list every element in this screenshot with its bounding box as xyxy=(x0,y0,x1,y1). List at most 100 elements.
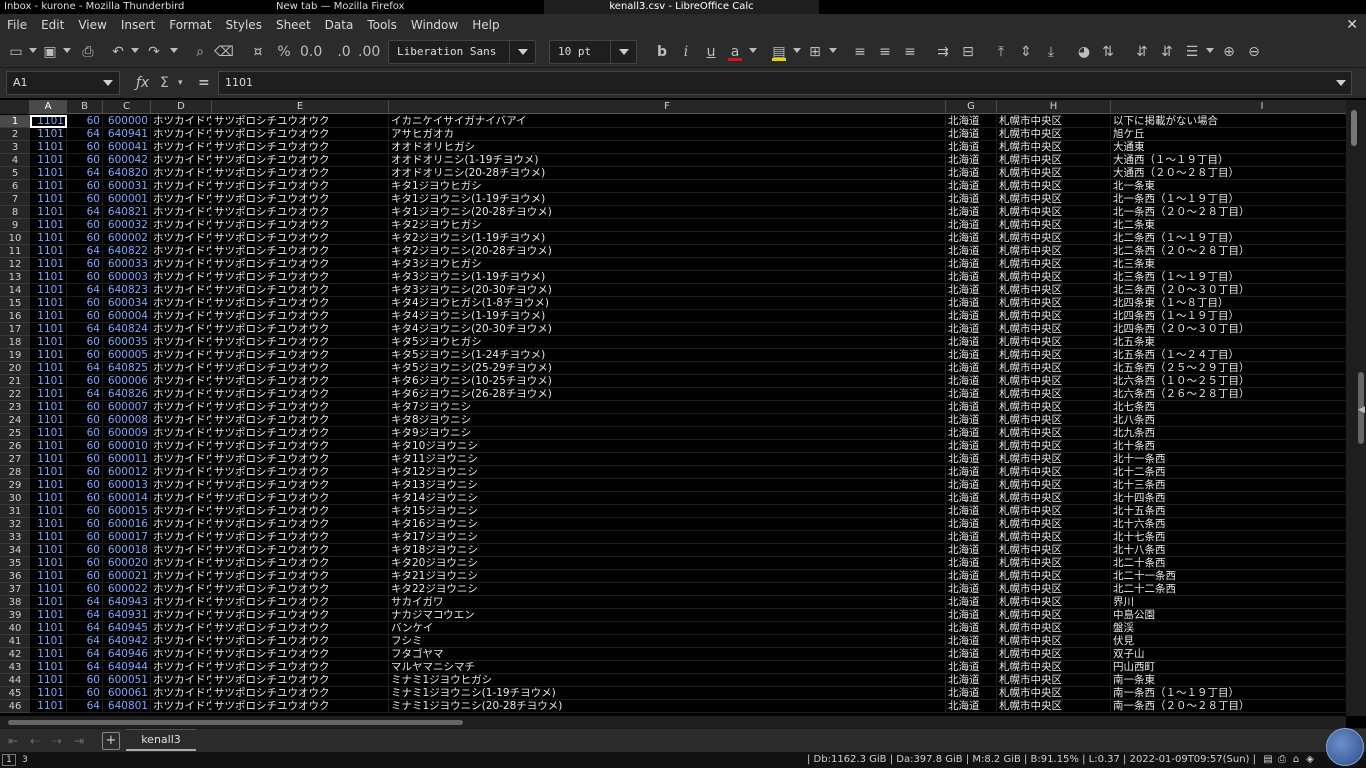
cell-i[interactable]: 北十条西 xyxy=(1111,440,1346,453)
cell-d[interactable]: ホツカイドウ xyxy=(151,544,212,557)
cell-a[interactable]: 1101 xyxy=(30,297,67,310)
cell-f[interactable]: キタ3ジヨウヒガシ xyxy=(389,258,946,271)
cell-f[interactable]: オオドオリヒガシ xyxy=(389,141,946,154)
save-dropdown-icon[interactable] xyxy=(63,48,71,53)
cell-f[interactable]: キタ8ジヨウニシ xyxy=(389,414,946,427)
save-icon[interactable]: ▣ xyxy=(40,42,60,62)
cell-h[interactable]: 札幌市中央区 xyxy=(997,375,1111,388)
cell-i[interactable]: 北二条西（１〜１９丁目） xyxy=(1111,232,1346,245)
cell-f[interactable]: キタ10ジヨウニシ xyxy=(389,440,946,453)
cell-f[interactable]: キタ2ジヨウニシ(20-28チヨウメ) xyxy=(389,245,946,258)
cell-d[interactable]: ホツカイドウ xyxy=(151,674,212,687)
cell-g[interactable]: 北海道 xyxy=(946,284,997,297)
cell-f[interactable]: キタ4ジヨウヒガシ(1-8チヨウメ) xyxy=(389,297,946,310)
cell-a[interactable]: 1101 xyxy=(30,362,67,375)
column-header-i[interactable]: I xyxy=(1111,100,1346,114)
cell-g[interactable]: 北海道 xyxy=(946,427,997,440)
font-color-icon[interactable]: a xyxy=(725,42,745,62)
cell-a[interactable]: 1101 xyxy=(30,453,67,466)
cell-h[interactable]: 札幌市中央区 xyxy=(997,154,1111,167)
align-top-icon[interactable]: ⤒ xyxy=(991,42,1011,62)
cell-c[interactable]: 600035 xyxy=(103,336,151,349)
cell-e[interactable]: サツポロシチユウオウク xyxy=(212,440,389,453)
row-header[interactable]: 18 xyxy=(0,336,30,349)
cell-b[interactable]: 60 xyxy=(67,570,103,583)
cell-e[interactable]: サツポロシチユウオウク xyxy=(212,518,389,531)
cell-a[interactable]: 1101 xyxy=(30,427,67,440)
row-header[interactable]: 28 xyxy=(0,466,30,479)
cell-c[interactable]: 600011 xyxy=(103,453,151,466)
spreadsheet-grid[interactable]: ABCDEFGHI 1 1101 60 600000 ホツカイドウ サツポロシチユウオウク… xyxy=(0,100,1346,716)
cell-c[interactable]: 600007 xyxy=(103,401,151,414)
column-header-d[interactable]: D xyxy=(151,100,212,114)
row-header[interactable]: 12 xyxy=(0,258,30,271)
cell-b[interactable]: 60 xyxy=(67,232,103,245)
menu-edit[interactable]: Edit xyxy=(34,14,71,36)
expand-formula-icon[interactable] xyxy=(1331,72,1351,94)
cell-g[interactable]: 北海道 xyxy=(946,570,997,583)
cell-i[interactable]: 以下に掲載がない場合 xyxy=(1111,115,1346,128)
cell-e[interactable]: サツポロシチユウオウク xyxy=(212,635,389,648)
cell-b[interactable]: 64 xyxy=(67,245,103,258)
workspace-active[interactable]: 1 xyxy=(2,754,16,766)
cell-c[interactable]: 640945 xyxy=(103,622,151,635)
cell-b[interactable]: 60 xyxy=(67,375,103,388)
cell-h[interactable]: 札幌市中央区 xyxy=(997,271,1111,284)
cell-f[interactable]: キタ21ジヨウニシ xyxy=(389,570,946,583)
cell-a[interactable]: 1101 xyxy=(30,700,67,713)
formula-icon[interactable]: = xyxy=(198,72,210,94)
cell-d[interactable]: ホツカイドウ xyxy=(151,466,212,479)
cell-c[interactable]: 640822 xyxy=(103,245,151,258)
cell-e[interactable]: サツポロシチユウオウク xyxy=(212,492,389,505)
cell-f[interactable]: イカニケイサイガナイバアイ xyxy=(389,115,946,128)
find-icon[interactable]: ⌕ xyxy=(190,42,210,62)
clear-formatting-icon[interactable]: ⌫ xyxy=(214,42,234,62)
align-center-icon[interactable]: ≡ xyxy=(875,42,895,62)
cell-e[interactable]: サツポロシチユウオウク xyxy=(212,700,389,713)
row-header[interactable]: 39 xyxy=(0,609,30,622)
cell-i[interactable]: 北十五条西 xyxy=(1111,505,1346,518)
cell-e[interactable]: サツポロシチユウオウク xyxy=(212,479,389,492)
row-header[interactable]: 38 xyxy=(0,596,30,609)
row-header[interactable]: 36 xyxy=(0,570,30,583)
cell-b[interactable]: 60 xyxy=(67,154,103,167)
cell-a[interactable]: 1101 xyxy=(30,557,67,570)
align-right-icon[interactable]: ≡ xyxy=(900,42,920,62)
cell-h[interactable]: 札幌市中央区 xyxy=(997,401,1111,414)
cell-e[interactable]: サツポロシチユウオウク xyxy=(212,401,389,414)
row-header[interactable]: 11 xyxy=(0,245,30,258)
cell-i[interactable]: 北十八条西 xyxy=(1111,544,1346,557)
cell-i[interactable]: 北一条東 xyxy=(1111,180,1346,193)
row-header[interactable]: 34 xyxy=(0,544,30,557)
cell-i[interactable]: 大通西（２０〜２８丁目） xyxy=(1111,167,1346,180)
cell-i[interactable]: 北六条西（２６〜２８丁目） xyxy=(1111,388,1346,401)
cell-d[interactable]: ホツカイドウ xyxy=(151,609,212,622)
cell-d[interactable]: ホツカイドウ xyxy=(151,219,212,232)
cell-f[interactable]: キタ6ジヨウニシ(10-25チヨウメ) xyxy=(389,375,946,388)
cell-d[interactable]: ホツカイドウ xyxy=(151,245,212,258)
cell-d[interactable]: ホツカイドウ xyxy=(151,284,212,297)
cell-i[interactable]: 界川 xyxy=(1111,596,1346,609)
cell-b[interactable]: 60 xyxy=(67,544,103,557)
menu-format[interactable]: Format xyxy=(162,14,218,36)
cell-c[interactable]: 600031 xyxy=(103,180,151,193)
cell-b[interactable]: 60 xyxy=(67,492,103,505)
cell-i[interactable]: 北一条西（２０〜２８丁目） xyxy=(1111,206,1346,219)
cell-c[interactable]: 600009 xyxy=(103,427,151,440)
cell-d[interactable]: ホツカイドウ xyxy=(151,258,212,271)
cell-i[interactable]: 大通西（１〜１９丁目） xyxy=(1111,154,1346,167)
cell-a[interactable]: 1101 xyxy=(30,622,67,635)
cell-a[interactable]: 1101 xyxy=(30,323,67,336)
row-header[interactable]: 2 xyxy=(0,128,30,141)
cell-a[interactable]: 1101 xyxy=(30,336,67,349)
menu-tools[interactable]: Tools xyxy=(360,14,404,36)
cell-c[interactable]: 600016 xyxy=(103,518,151,531)
cell-g[interactable]: 北海道 xyxy=(946,245,997,258)
cell-b[interactable]: 60 xyxy=(67,336,103,349)
cell-a[interactable]: 1101 xyxy=(30,154,67,167)
column-header-e[interactable]: E xyxy=(212,100,389,114)
cell-c[interactable]: 600013 xyxy=(103,479,151,492)
cell-e[interactable]: サツポロシチユウオウク xyxy=(212,245,389,258)
cell-e[interactable]: サツポロシチユウオウク xyxy=(212,154,389,167)
cell-b[interactable]: 64 xyxy=(67,661,103,674)
